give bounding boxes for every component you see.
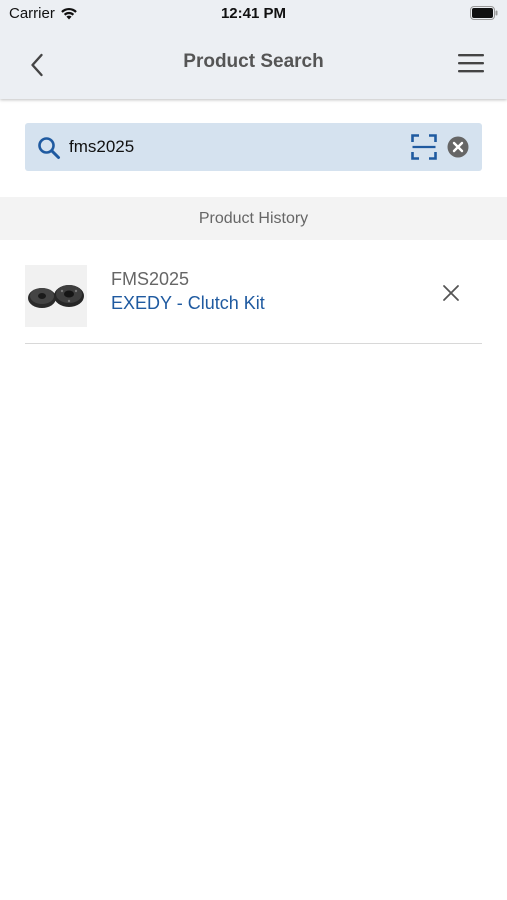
search-bar xyxy=(25,123,482,171)
battery-icon xyxy=(470,6,498,20)
close-icon[interactable] xyxy=(440,282,462,304)
search-input[interactable] xyxy=(69,132,389,162)
section-header: Product History xyxy=(0,197,507,240)
search-icon xyxy=(38,137,60,159)
status-time: 12:41 PM xyxy=(220,5,287,22)
navigation-bar: Product Search xyxy=(0,28,507,99)
barcode-scan-icon[interactable] xyxy=(411,134,437,160)
product-name-link[interactable]: EXEDY - Clutch Kit xyxy=(111,293,265,314)
page-title: Product Search xyxy=(183,51,324,72)
status-bar: Carrier 12:41 PM xyxy=(0,0,507,28)
clutch-kit-image xyxy=(25,265,87,327)
top-bar: Carrier 12:41 PM Product Search xyxy=(0,0,507,99)
clear-circle-icon[interactable] xyxy=(447,136,469,158)
product-code: FMS2025 xyxy=(111,269,190,289)
history-item[interactable]: FMS2025 EXEDY - Clutch Kit xyxy=(25,258,482,344)
hamburger-menu-icon[interactable] xyxy=(457,50,485,76)
